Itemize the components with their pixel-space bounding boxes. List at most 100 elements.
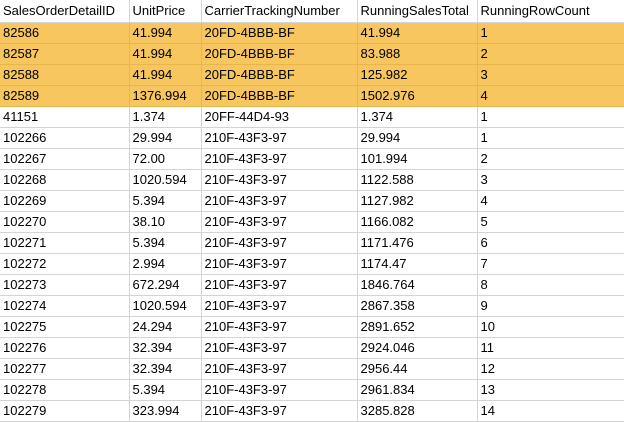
cell-carriertrackingnumber[interactable]: 210F-43F3-97 — [201, 400, 358, 422]
cell-unitprice[interactable]: 41.994 — [129, 22, 202, 44]
cell-carriertrackingnumber[interactable]: 20FD-4BBB-BF — [201, 64, 358, 86]
cell-runningrowcount[interactable]: 1 — [477, 22, 624, 44]
column-header-runningrowcount[interactable]: RunningRowCount — [477, 0, 624, 23]
cell-carriertrackingnumber[interactable]: 210F-43F3-97 — [201, 148, 358, 170]
cell-carriertrackingnumber[interactable]: 20FD-4BBB-BF — [201, 43, 358, 65]
cell-carriertrackingnumber[interactable]: 210F-43F3-97 — [201, 127, 358, 149]
cell-runningsalestotal[interactable]: 1166.082 — [357, 211, 478, 233]
cell-unitprice[interactable]: 32.394 — [129, 358, 202, 380]
cell-carriertrackingnumber[interactable]: 210F-43F3-97 — [201, 316, 358, 338]
cell-carriertrackingnumber[interactable]: 210F-43F3-97 — [201, 211, 358, 233]
cell-carriertrackingnumber[interactable]: 210F-43F3-97 — [201, 169, 358, 191]
cell-runningrowcount[interactable]: 5 — [477, 211, 624, 233]
cell-unitprice[interactable]: 1376.994 — [129, 85, 202, 107]
cell-salesorderdetailid[interactable]: 41151 — [0, 106, 130, 128]
cell-runningrowcount[interactable]: 11 — [477, 337, 624, 359]
cell-salesorderdetailid[interactable]: 102278 — [0, 379, 130, 401]
cell-salesorderdetailid[interactable]: 102274 — [0, 295, 130, 317]
cell-runningsalestotal[interactable]: 2924.046 — [357, 337, 478, 359]
cell-salesorderdetailid[interactable]: 102276 — [0, 337, 130, 359]
table-row[interactable]: 82587 41.994 20FD-4BBB-BF 83.988 2 — [0, 43, 624, 65]
cell-unitprice[interactable]: 5.394 — [129, 190, 202, 212]
cell-salesorderdetailid[interactable]: 102272 — [0, 253, 130, 275]
cell-carriertrackingnumber[interactable]: 20FF-44D4-93 — [201, 106, 358, 128]
cell-unitprice[interactable]: 323.994 — [129, 400, 202, 422]
cell-carriertrackingnumber[interactable]: 210F-43F3-97 — [201, 274, 358, 296]
cell-runningsalestotal[interactable]: 1174.47 — [357, 253, 478, 275]
cell-salesorderdetailid[interactable]: 82588 — [0, 64, 130, 86]
cell-runningrowcount[interactable]: 3 — [477, 169, 624, 191]
table-row[interactable]: 102267 72.00 210F-43F3-97 101.994 2 — [0, 148, 624, 170]
table-row[interactable]: 102275 24.294 210F-43F3-97 2891.652 10 — [0, 316, 624, 338]
table-row[interactable]: 82586 41.994 20FD-4BBB-BF 41.994 1 — [0, 22, 624, 44]
cell-unitprice[interactable]: 5.394 — [129, 232, 202, 254]
cell-unitprice[interactable]: 1020.594 — [129, 295, 202, 317]
table-row[interactable]: 102269 5.394 210F-43F3-97 1127.982 4 — [0, 190, 624, 212]
cell-runningsalestotal[interactable]: 1846.764 — [357, 274, 478, 296]
column-header-carriertrackingnumber[interactable]: CarrierTrackingNumber — [201, 0, 358, 23]
cell-runningrowcount[interactable]: 4 — [477, 190, 624, 212]
cell-runningsalestotal[interactable]: 3285.828 — [357, 400, 478, 422]
cell-salesorderdetailid[interactable]: 102269 — [0, 190, 130, 212]
results-grid[interactable]: SalesOrderDetailID UnitPrice CarrierTrac… — [0, 0, 624, 422]
table-row[interactable]: 102278 5.394 210F-43F3-97 2961.834 13 — [0, 379, 624, 401]
cell-runningrowcount[interactable]: 13 — [477, 379, 624, 401]
cell-unitprice[interactable]: 38.10 — [129, 211, 202, 233]
cell-salesorderdetailid[interactable]: 102275 — [0, 316, 130, 338]
cell-runningsalestotal[interactable]: 41.994 — [357, 22, 478, 44]
cell-runningrowcount[interactable]: 10 — [477, 316, 624, 338]
cell-runningrowcount[interactable]: 14 — [477, 400, 624, 422]
cell-salesorderdetailid[interactable]: 102267 — [0, 148, 130, 170]
cell-unitprice[interactable]: 24.294 — [129, 316, 202, 338]
cell-runningrowcount[interactable]: 3 — [477, 64, 624, 86]
cell-runningrowcount[interactable]: 9 — [477, 295, 624, 317]
cell-carriertrackingnumber[interactable]: 20FD-4BBB-BF — [201, 22, 358, 44]
cell-runningsalestotal[interactable]: 1502.976 — [357, 85, 478, 107]
cell-unitprice[interactable]: 72.00 — [129, 148, 202, 170]
cell-runningsalestotal[interactable]: 2961.834 — [357, 379, 478, 401]
table-row[interactable]: 102271 5.394 210F-43F3-97 1171.476 6 — [0, 232, 624, 254]
cell-unitprice[interactable]: 672.294 — [129, 274, 202, 296]
cell-salesorderdetailid[interactable]: 102270 — [0, 211, 130, 233]
cell-carriertrackingnumber[interactable]: 210F-43F3-97 — [201, 337, 358, 359]
table-row[interactable]: 41151 1.374 20FF-44D4-93 1.374 1 — [0, 106, 624, 128]
cell-salesorderdetailid[interactable]: 102271 — [0, 232, 130, 254]
cell-unitprice[interactable]: 1.374 — [129, 106, 202, 128]
cell-carriertrackingnumber[interactable]: 210F-43F3-97 — [201, 295, 358, 317]
table-row[interactable]: 102272 2.994 210F-43F3-97 1174.47 7 — [0, 253, 624, 275]
cell-carriertrackingnumber[interactable]: 210F-43F3-97 — [201, 358, 358, 380]
cell-salesorderdetailid[interactable]: 82586 — [0, 22, 130, 44]
table-row[interactable]: 102276 32.394 210F-43F3-97 2924.046 11 — [0, 337, 624, 359]
cell-carriertrackingnumber[interactable]: 210F-43F3-97 — [201, 379, 358, 401]
table-row[interactable]: 102270 38.10 210F-43F3-97 1166.082 5 — [0, 211, 624, 233]
cell-runningrowcount[interactable]: 1 — [477, 127, 624, 149]
cell-unitprice[interactable]: 29.994 — [129, 127, 202, 149]
table-row[interactable]: 82588 41.994 20FD-4BBB-BF 125.982 3 — [0, 64, 624, 86]
cell-carriertrackingnumber[interactable]: 210F-43F3-97 — [201, 232, 358, 254]
cell-runningrowcount[interactable]: 6 — [477, 232, 624, 254]
cell-salesorderdetailid[interactable]: 102266 — [0, 127, 130, 149]
table-row[interactable]: 102277 32.394 210F-43F3-97 2956.44 12 — [0, 358, 624, 380]
table-row[interactable]: 102273 672.294 210F-43F3-97 1846.764 8 — [0, 274, 624, 296]
cell-carriertrackingnumber[interactable]: 210F-43F3-97 — [201, 190, 358, 212]
table-row[interactable]: 82589 1376.994 20FD-4BBB-BF 1502.976 4 — [0, 85, 624, 107]
cell-unitprice[interactable]: 1020.594 — [129, 169, 202, 191]
cell-runningrowcount[interactable]: 2 — [477, 43, 624, 65]
cell-runningsalestotal[interactable]: 2956.44 — [357, 358, 478, 380]
cell-carriertrackingnumber[interactable]: 20FD-4BBB-BF — [201, 85, 358, 107]
cell-runningrowcount[interactable]: 12 — [477, 358, 624, 380]
cell-salesorderdetailid[interactable]: 102268 — [0, 169, 130, 191]
cell-salesorderdetailid[interactable]: 102277 — [0, 358, 130, 380]
cell-salesorderdetailid[interactable]: 82587 — [0, 43, 130, 65]
cell-runningsalestotal[interactable]: 1127.982 — [357, 190, 478, 212]
cell-runningsalestotal[interactable]: 125.982 — [357, 64, 478, 86]
cell-unitprice[interactable]: 41.994 — [129, 64, 202, 86]
cell-runningsalestotal[interactable]: 2891.652 — [357, 316, 478, 338]
column-header-runningsalestotal[interactable]: RunningSalesTotal — [357, 0, 478, 23]
cell-unitprice[interactable]: 5.394 — [129, 379, 202, 401]
cell-runningsalestotal[interactable]: 1122.588 — [357, 169, 478, 191]
column-header-salesorderdetailid[interactable]: SalesOrderDetailID — [0, 0, 130, 23]
table-row[interactable]: 102274 1020.594 210F-43F3-97 2867.358 9 — [0, 295, 624, 317]
cell-runningrowcount[interactable]: 8 — [477, 274, 624, 296]
cell-runningsalestotal[interactable]: 1.374 — [357, 106, 478, 128]
